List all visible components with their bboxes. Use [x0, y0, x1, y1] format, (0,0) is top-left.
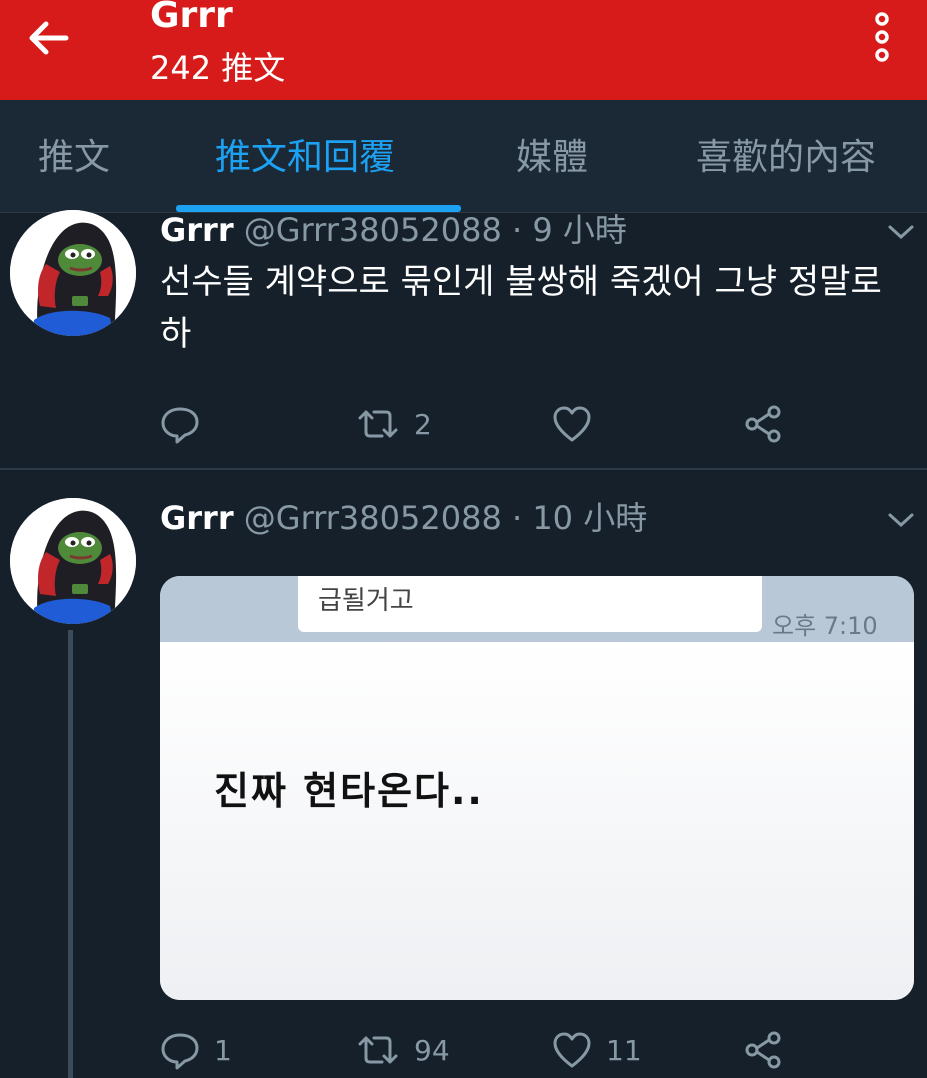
reply-button[interactable]: 1 [160, 1028, 232, 1072]
more-vertical-icon [875, 12, 889, 62]
tweet-actions: 1 94 11 [160, 1028, 860, 1072]
reply-icon [161, 407, 199, 444]
separator-dot: · [511, 211, 523, 249]
thread-line [68, 630, 73, 1078]
retweet-icon [358, 410, 398, 438]
reply-icon [161, 1033, 199, 1070]
retweet-button[interactable]: 94 [356, 1028, 450, 1072]
author-name[interactable]: Grrr [160, 211, 234, 249]
pepe-avatar-icon [10, 210, 136, 336]
tweet-header: Grrr @Grrr38052088 · 10 小時 [160, 498, 647, 538]
retweet-button[interactable]: 2 [356, 402, 432, 446]
pepe-avatar-icon [10, 498, 136, 624]
share-button[interactable] [744, 402, 798, 446]
like-button[interactable] [552, 402, 606, 446]
tweet-divider [0, 468, 927, 470]
back-arrow-icon [29, 21, 69, 55]
profile-name: Grrr [150, 0, 233, 36]
chat-bubble-text: 급될거고 [318, 586, 414, 616]
tweet-header: Grrr @Grrr38052088 · 9 小時 [160, 210, 627, 250]
tab-tweets-and-replies[interactable]: 推文和回覆 [215, 100, 395, 212]
tab-tweets[interactable]: 推文 [38, 100, 110, 212]
reply-button[interactable] [160, 402, 214, 446]
profile-tabs: 推文 推文和回覆 媒體 喜歡的內容 [0, 100, 927, 213]
like-icon [553, 1032, 591, 1068]
chat-timestamp: 오후 7:10 [772, 612, 878, 640]
tab-likes[interactable]: 喜歡的內容 [696, 100, 876, 212]
separator-dot: · [511, 499, 523, 537]
like-icon [553, 406, 591, 442]
more-options-button[interactable] [862, 10, 902, 64]
reply-count: 1 [214, 1033, 232, 1067]
tweet-timestamp[interactable]: 9 小時 [532, 211, 627, 249]
avatar[interactable] [10, 498, 136, 624]
like-count: 11 [606, 1033, 642, 1067]
tweet-media-image[interactable]: 급될거고 오후 7:10 진짜 현타온다.. [160, 576, 914, 1000]
tweet-count: 242 推文 [150, 49, 286, 87]
chevron-down-icon[interactable] [886, 222, 916, 242]
tweet-actions: 2 [160, 402, 860, 446]
chat-message-area: 진짜 현타온다.. [160, 642, 914, 1000]
back-button[interactable] [22, 16, 74, 60]
author-name[interactable]: Grrr [160, 499, 234, 537]
tweet-text: 선수들 계약으로 묶인게 불쌍해 죽겠어 그냥 정말로 하 [160, 262, 882, 354]
retweet-count: 94 [414, 1033, 450, 1067]
retweet-count: 2 [414, 407, 432, 441]
like-button[interactable]: 11 [552, 1028, 642, 1072]
avatar[interactable] [10, 210, 136, 336]
retweet-icon [358, 1036, 398, 1064]
author-handle[interactable]: @Grrr38052088 [244, 499, 502, 537]
tweet-timestamp[interactable]: 10 小時 [532, 499, 647, 537]
profile-header: Grrr 242 推文 [0, 0, 927, 100]
chat-bubble: 급될거고 [298, 576, 762, 632]
share-button[interactable] [744, 1028, 798, 1072]
author-handle[interactable]: @Grrr38052088 [244, 211, 502, 249]
share-icon [745, 405, 781, 443]
chat-message-text: 진짜 현타온다.. [214, 769, 484, 813]
tab-media[interactable]: 媒體 [516, 100, 588, 212]
share-icon [745, 1031, 781, 1069]
chevron-down-icon[interactable] [886, 510, 916, 530]
